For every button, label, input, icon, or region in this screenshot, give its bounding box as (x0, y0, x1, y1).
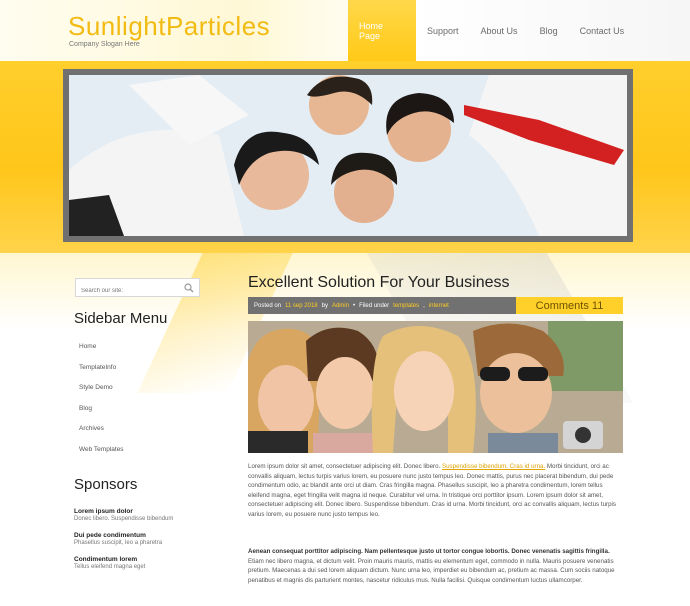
sponsor-desc: Tellus eleifend magna eget (74, 564, 146, 570)
sponsors-list: Lorem ipsum dolor Donec libero. Suspendi… (74, 508, 173, 580)
meta-separator: , (423, 302, 425, 309)
post-paragraph-1: Lorem ipsum dolor sit amet, consectetuer… (248, 462, 621, 520)
banner-photo (69, 75, 627, 236)
meta-date: 11 sep 2018 (285, 302, 318, 309)
site-logo[interactable]: SunlightParticles (68, 11, 270, 42)
sidebar-item-home[interactable]: Home (79, 339, 124, 360)
meta-posted-label: Posted on (254, 302, 282, 309)
sidebar-menu: Home TemplateInfo Style Demo Blog Archiv… (79, 339, 124, 462)
search-icon[interactable] (184, 283, 194, 293)
sponsor-title[interactable]: Dui pede condimentum (74, 532, 173, 539)
nav-item-support[interactable]: Support (416, 0, 470, 61)
inline-link[interactable]: Suspendisse bibendum. Cras id urna. (442, 463, 545, 470)
sponsor-desc: Phasellus suscipit, leo a pharetra (74, 540, 163, 546)
nav-item-contact[interactable]: Contact Us (569, 0, 636, 61)
banner-frame (63, 69, 633, 242)
main-nav: Home Page Support About Us Blog Contact … (348, 0, 635, 61)
paragraph-text: Etiam nec libero magna, et dictum velit.… (248, 557, 615, 584)
sponsor-title[interactable]: Lorem ipsum dolor (74, 508, 173, 515)
search-box (75, 278, 200, 300)
meta-tag-link[interactable]: internet (429, 303, 449, 309)
site-header: SunlightParticles Company Slogan Here Ho… (0, 0, 690, 61)
meta-filed-label: Filed under (359, 302, 390, 309)
sidebar-item-style-demo[interactable]: Style Demo (79, 380, 124, 401)
post-paragraph-2: Aenean consequat porttitor adipiscing. N… (248, 547, 621, 585)
sponsor-item[interactable]: Dui pede condimentum Phasellus suscipit,… (74, 532, 173, 546)
sponsor-title[interactable]: Condimentum lorem (74, 556, 173, 563)
sponsor-item[interactable]: Condimentum lorem Tellus eleifend magna … (74, 556, 173, 570)
post-photo (248, 321, 623, 453)
nav-item-about[interactable]: About Us (470, 0, 529, 61)
sponsors-heading: Sponsors (74, 476, 138, 493)
paragraph-text: Morbi tincidunt, orci ac convallis aliqu… (248, 463, 616, 518)
nav-item-home[interactable]: Home Page (348, 0, 416, 61)
comments-link[interactable]: Comments 11 (516, 297, 623, 314)
post-title[interactable]: Excellent Solution For Your Business (248, 274, 509, 292)
site-slogan: Company Slogan Here (69, 41, 140, 48)
post-meta-bar: Posted on 11 sep 2018 by Admin • Filed u… (248, 297, 516, 314)
meta-tag-link[interactable]: templates (393, 303, 419, 309)
meta-bullet: • (352, 302, 356, 309)
meta-by-label: by (321, 302, 328, 309)
post-photo-illustration (248, 321, 623, 453)
sidebar-item-archives[interactable]: Archives (79, 421, 124, 442)
paragraph-text: Lorem ipsum dolor sit amet, consectetuer… (248, 463, 441, 470)
banner-photo-illustration (69, 75, 627, 236)
sidebar-menu-heading: Sidebar Menu (74, 310, 168, 327)
paragraph-bold-text: Aenean consequat porttitor adipiscing. N… (248, 548, 610, 555)
sidebar-item-web-templates[interactable]: Web Templates (79, 442, 124, 463)
meta-author-link[interactable]: Admin (332, 303, 349, 309)
sponsor-desc: Donec libero. Suspendisse bibendum (74, 516, 174, 522)
sidebar-item-templateinfo[interactable]: TemplateInfo (79, 360, 124, 381)
sidebar-item-blog[interactable]: Blog (79, 401, 124, 422)
search-input[interactable] (76, 282, 176, 300)
nav-item-blog[interactable]: Blog (529, 0, 569, 61)
sponsor-item[interactable]: Lorem ipsum dolor Donec libero. Suspendi… (74, 508, 173, 522)
